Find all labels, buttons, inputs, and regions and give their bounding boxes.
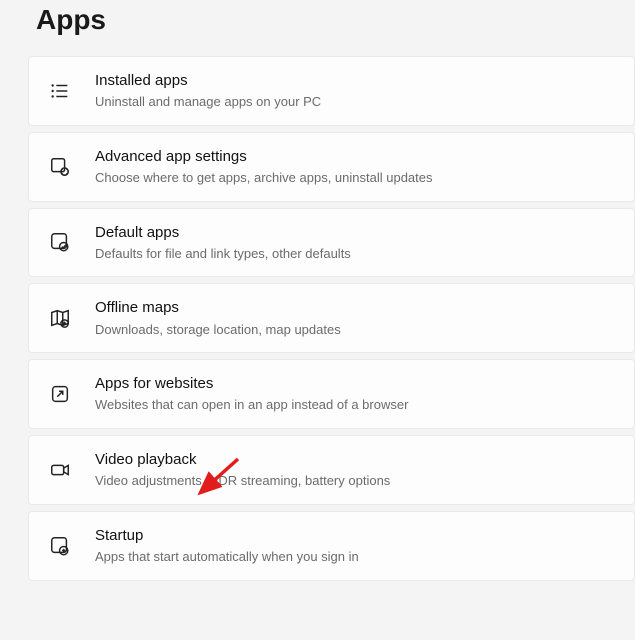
row-title: Apps for websites xyxy=(95,374,408,394)
page-title: Apps xyxy=(0,0,635,56)
row-title: Offline maps xyxy=(95,298,341,318)
row-subtitle: Uninstall and manage apps on your PC xyxy=(95,93,321,111)
row-startup[interactable]: Startup Apps that start automatically wh… xyxy=(28,511,635,581)
row-title: Default apps xyxy=(95,223,351,243)
video-icon xyxy=(47,457,73,483)
list-icon xyxy=(47,78,73,104)
row-subtitle: Defaults for file and link types, other … xyxy=(95,245,351,263)
row-subtitle: Video adjustments, HDR streaming, batter… xyxy=(95,472,390,490)
startup-icon xyxy=(47,533,73,559)
row-subtitle: Choose where to get apps, archive apps, … xyxy=(95,169,433,187)
row-subtitle: Apps that start automatically when you s… xyxy=(95,548,359,566)
default-app-icon xyxy=(47,229,73,255)
row-subtitle: Downloads, storage location, map updates xyxy=(95,321,341,339)
row-offline-maps[interactable]: Offline maps Downloads, storage location… xyxy=(28,283,635,353)
row-title: Video playback xyxy=(95,450,390,470)
row-advanced-app-settings[interactable]: Advanced app settings Choose where to ge… xyxy=(28,132,635,202)
row-apps-for-websites[interactable]: Apps for websites Websites that can open… xyxy=(28,359,635,429)
row-title: Advanced app settings xyxy=(95,147,433,167)
map-icon xyxy=(47,305,73,331)
row-title: Startup xyxy=(95,526,359,546)
row-default-apps[interactable]: Default apps Defaults for file and link … xyxy=(28,208,635,278)
row-video-playback[interactable]: Video playback Video adjustments, HDR st… xyxy=(28,435,635,505)
row-installed-apps[interactable]: Installed apps Uninstall and manage apps… xyxy=(28,56,635,126)
row-subtitle: Websites that can open in an app instead… xyxy=(95,396,408,414)
row-title: Installed apps xyxy=(95,71,321,91)
app-gear-icon xyxy=(47,154,73,180)
open-external-icon xyxy=(47,381,73,407)
settings-list: Installed apps Uninstall and manage apps… xyxy=(0,56,635,581)
